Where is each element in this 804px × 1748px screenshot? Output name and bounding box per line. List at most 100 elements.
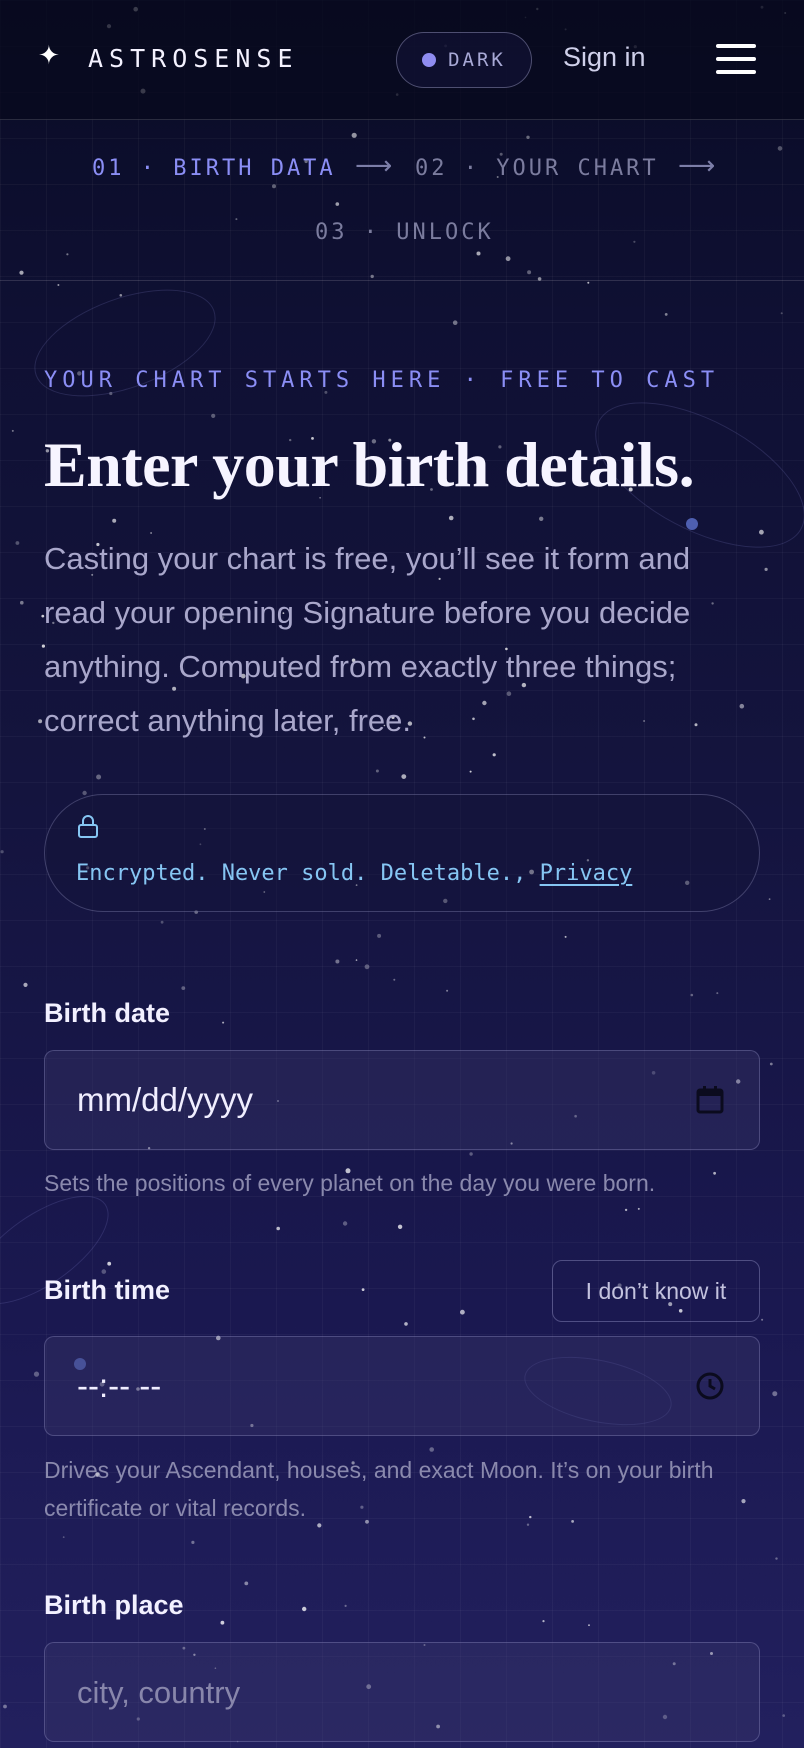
birth-time-help: Drives your Ascendant, houses, and exact…: [44, 1457, 714, 1521]
star: [107, 1261, 112, 1266]
star: [446, 989, 449, 992]
star: [761, 1318, 764, 1321]
star: [469, 770, 472, 773]
star: [181, 986, 186, 990]
birth-place-placeholder: city, country: [77, 1675, 241, 1710]
orbit-ring: [20, 268, 230, 418]
star: [82, 790, 87, 796]
privacy-statement: Encrypted. Never sold. Deletable.,: [76, 861, 540, 886]
star: [38, 719, 43, 724]
star: [780, 312, 783, 315]
star: [160, 920, 164, 924]
sign-in-link[interactable]: Sign in: [563, 42, 646, 73]
star: [20, 600, 24, 605]
star: [3, 1704, 7, 1709]
star: [361, 1288, 365, 1291]
star: [448, 515, 454, 521]
star: [375, 769, 379, 773]
star: [112, 518, 117, 523]
star: [276, 1226, 281, 1231]
birth-date-help: Sets the positions of every planet on th…: [44, 1170, 656, 1196]
star: [404, 1322, 408, 1326]
theme-toggle[interactable]: DARK: [396, 32, 532, 88]
star: [101, 1269, 107, 1274]
star: [782, 1714, 785, 1717]
privacy-text: Encrypted. Never sold. Deletable., Priva…: [76, 861, 632, 886]
birth-time-value: --:-- --: [77, 1367, 162, 1404]
star: [335, 959, 340, 964]
birth-place-input[interactable]: city, country: [44, 1642, 760, 1742]
star: [23, 982, 28, 988]
star: [775, 1557, 778, 1560]
star: [460, 1309, 465, 1315]
star: [768, 898, 771, 900]
star: [587, 281, 590, 284]
star: [469, 1152, 473, 1156]
star: [716, 992, 719, 995]
star: [62, 1536, 65, 1538]
star: [191, 1540, 195, 1544]
birth-date-input[interactable]: mm/dd/yyyy: [44, 1050, 760, 1150]
star: [344, 1604, 347, 1607]
star: [564, 935, 567, 938]
star: [15, 541, 20, 545]
intro-paragraph: Casting your chart is free, you’ll see i…: [44, 541, 691, 738]
planet-orb: [686, 518, 698, 530]
calendar-icon[interactable]: [695, 1085, 725, 1115]
birth-date-label: Birth date: [44, 998, 171, 1028]
birth-place-label: Birth place: [44, 1590, 184, 1620]
star: [220, 1620, 225, 1625]
birth-date-value: mm/dd/yyyy: [77, 1081, 254, 1118]
star: [222, 1021, 225, 1024]
lock-icon: [78, 815, 98, 838]
hamburger-menu-icon[interactable]: [716, 44, 756, 74]
top-navigation: ✦ ASTROSENSE DARK Sign in: [0, 0, 804, 120]
star: [772, 1391, 778, 1397]
star: [11, 429, 14, 432]
star: [342, 1221, 348, 1226]
birth-time-input[interactable]: --:-- --: [44, 1336, 760, 1436]
step-progress: 01 · BIRTH DATA ⟶ 02 · YOUR CHART ⟶ 03 ·…: [0, 120, 804, 281]
star: [211, 413, 216, 418]
star: [0, 850, 4, 854]
page-title: Enter your birth details.: [44, 429, 695, 500]
star: [96, 774, 102, 780]
star: [355, 959, 358, 961]
privacy-notice: Encrypted. Never sold. Deletable., Priva…: [44, 794, 760, 912]
star: [637, 1207, 640, 1210]
star: [377, 933, 382, 938]
star: [624, 1208, 628, 1212]
star: [119, 294, 123, 297]
star: [769, 1062, 773, 1066]
star: [364, 964, 370, 970]
theme-dot-icon: [422, 53, 437, 67]
star: [401, 774, 407, 779]
step-unlock: 03 · UNLOCK: [315, 220, 494, 245]
star: [393, 978, 396, 981]
star: [764, 567, 768, 572]
star: [588, 1624, 590, 1627]
star: [539, 516, 544, 521]
theme-label: DARK: [448, 49, 506, 71]
star: [664, 313, 668, 316]
unknown-time-button[interactable]: I don’t know it: [552, 1260, 760, 1322]
sparkle-logo-icon: ✦: [38, 40, 60, 70]
clock-icon[interactable]: [695, 1371, 725, 1401]
brand-name[interactable]: ASTROSENSE: [88, 44, 299, 73]
star: [492, 753, 496, 757]
star: [542, 1620, 545, 1623]
star: [397, 1224, 403, 1230]
star: [690, 993, 694, 997]
eyebrow-text: YOUR CHART STARTS HERE · FREE TO CAST: [44, 368, 720, 393]
star: [452, 320, 458, 326]
step-your-chart: 02 · YOUR CHART: [415, 156, 659, 181]
star: [57, 284, 60, 286]
star: [302, 1606, 307, 1612]
arrow-right-icon: ⟶: [355, 150, 393, 180]
star: [244, 1581, 249, 1586]
privacy-link[interactable]: Privacy: [540, 861, 633, 886]
birth-time-label: Birth time: [44, 1275, 171, 1305]
step-birth-data: 01 · BIRTH DATA: [92, 156, 336, 181]
arrow-right-icon: ⟶: [678, 150, 716, 180]
star: [33, 1371, 40, 1377]
